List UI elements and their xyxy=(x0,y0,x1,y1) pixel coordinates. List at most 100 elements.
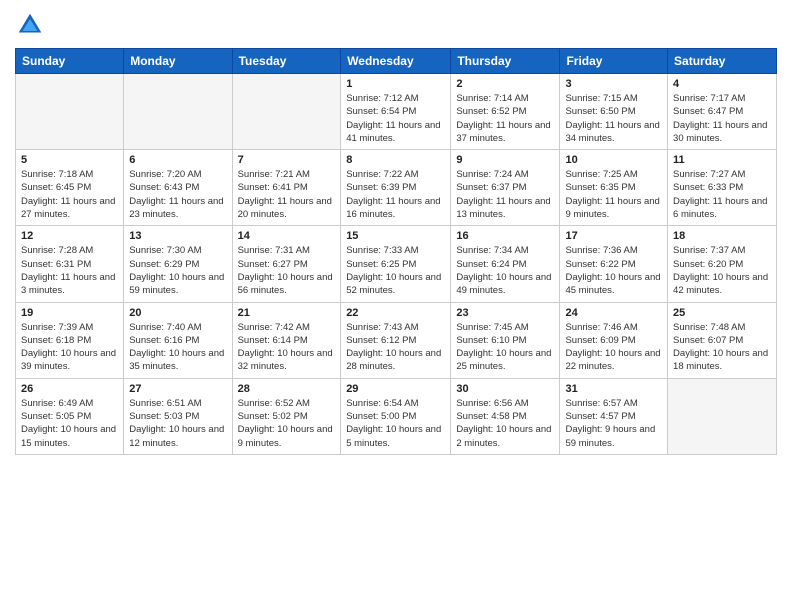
day-info: Sunrise: 7:37 AM Sunset: 6:20 PM Dayligh… xyxy=(673,244,771,297)
day-info: Sunrise: 7:43 AM Sunset: 6:12 PM Dayligh… xyxy=(346,321,445,374)
calendar-day-cell: 5 Sunrise: 7:18 AM Sunset: 6:45 PM Daylig… xyxy=(16,150,124,226)
calendar-day-cell: 3 Sunrise: 7:15 AM Sunset: 6:50 PM Daylig… xyxy=(560,74,668,150)
day-number: 5 xyxy=(21,154,118,166)
calendar-day-cell xyxy=(16,74,124,150)
calendar-day-cell: 4 Sunrise: 7:17 AM Sunset: 6:47 PM Daylig… xyxy=(668,74,777,150)
calendar-day-cell: 8 Sunrise: 7:22 AM Sunset: 6:39 PM Daylig… xyxy=(341,150,451,226)
logo xyxy=(15,10,49,40)
day-info: Sunrise: 6:56 AM Sunset: 4:58 PM Dayligh… xyxy=(456,397,554,450)
day-number: 6 xyxy=(129,154,226,166)
calendar-day-cell xyxy=(124,74,232,150)
day-number: 25 xyxy=(673,307,771,319)
day-info: Sunrise: 7:17 AM Sunset: 6:47 PM Dayligh… xyxy=(673,92,771,145)
day-info: Sunrise: 7:33 AM Sunset: 6:25 PM Dayligh… xyxy=(346,244,445,297)
calendar-day-cell: 7 Sunrise: 7:21 AM Sunset: 6:41 PM Daylig… xyxy=(232,150,341,226)
day-number: 7 xyxy=(238,154,336,166)
day-info: Sunrise: 7:36 AM Sunset: 6:22 PM Dayligh… xyxy=(565,244,662,297)
day-number: 17 xyxy=(565,230,662,242)
day-number: 28 xyxy=(238,383,336,395)
day-number: 23 xyxy=(456,307,554,319)
calendar-week-row: 1 Sunrise: 7:12 AM Sunset: 6:54 PM Daylig… xyxy=(16,74,777,150)
calendar-day-cell: 10Sunrise: 7:25 AM Sunset: 6:35 PM Dayli… xyxy=(560,150,668,226)
day-info: Sunrise: 6:51 AM Sunset: 5:03 PM Dayligh… xyxy=(129,397,226,450)
calendar: Sunday Monday Tuesday Wednesday Thursday… xyxy=(15,48,777,455)
calendar-week-row: 26 Sunrise: 6:49 AM Sunset: 5:05 PM Dayli… xyxy=(16,378,777,454)
calendar-day-cell: 9 Sunrise: 7:24 AM Sunset: 6:37 PM Daylig… xyxy=(451,150,560,226)
day-info: Sunrise: 7:22 AM Sunset: 6:39 PM Dayligh… xyxy=(346,168,445,221)
day-info: Sunrise: 7:27 AM Sunset: 6:33 PM Dayligh… xyxy=(673,168,771,221)
col-sunday: Sunday xyxy=(16,49,124,74)
day-number: 27 xyxy=(129,383,226,395)
day-number: 11 xyxy=(673,154,771,166)
calendar-day-cell: 21 Sunrise: 7:42 AM Sunset: 6:14 PM Dayli… xyxy=(232,302,341,378)
calendar-day-cell xyxy=(668,378,777,454)
day-number: 30 xyxy=(456,383,554,395)
day-info: Sunrise: 7:14 AM Sunset: 6:52 PM Dayligh… xyxy=(456,92,554,145)
day-info: Sunrise: 7:40 AM Sunset: 6:16 PM Dayligh… xyxy=(129,321,226,374)
day-number: 2 xyxy=(456,78,554,90)
day-info: Sunrise: 7:46 AM Sunset: 6:09 PM Dayligh… xyxy=(565,321,662,374)
logo-icon xyxy=(15,10,45,40)
calendar-day-cell: 2 Sunrise: 7:14 AM Sunset: 6:52 PM Daylig… xyxy=(451,74,560,150)
day-info: Sunrise: 7:24 AM Sunset: 6:37 PM Dayligh… xyxy=(456,168,554,221)
day-info: Sunrise: 7:45 AM Sunset: 6:10 PM Dayligh… xyxy=(456,321,554,374)
col-wednesday: Wednesday xyxy=(341,49,451,74)
calendar-day-cell: 15 Sunrise: 7:33 AM Sunset: 6:25 PM Dayli… xyxy=(341,226,451,302)
calendar-day-cell: 19 Sunrise: 7:39 AM Sunset: 6:18 PM Dayli… xyxy=(16,302,124,378)
calendar-day-cell: 23 Sunrise: 7:45 AM Sunset: 6:10 PM Dayli… xyxy=(451,302,560,378)
day-info: Sunrise: 6:54 AM Sunset: 5:00 PM Dayligh… xyxy=(346,397,445,450)
day-number: 15 xyxy=(346,230,445,242)
day-info: Sunrise: 7:12 AM Sunset: 6:54 PM Dayligh… xyxy=(346,92,445,145)
day-info: Sunrise: 7:20 AM Sunset: 6:43 PM Dayligh… xyxy=(129,168,226,221)
calendar-week-row: 12Sunrise: 7:28 AM Sunset: 6:31 PM Dayli… xyxy=(16,226,777,302)
page: Sunday Monday Tuesday Wednesday Thursday… xyxy=(0,0,792,612)
day-number: 4 xyxy=(673,78,771,90)
calendar-header-row: Sunday Monday Tuesday Wednesday Thursday… xyxy=(16,49,777,74)
day-info: Sunrise: 7:39 AM Sunset: 6:18 PM Dayligh… xyxy=(21,321,118,374)
day-info: Sunrise: 7:21 AM Sunset: 6:41 PM Dayligh… xyxy=(238,168,336,221)
day-number: 16 xyxy=(456,230,554,242)
calendar-day-cell: 12Sunrise: 7:28 AM Sunset: 6:31 PM Dayli… xyxy=(16,226,124,302)
day-info: Sunrise: 7:42 AM Sunset: 6:14 PM Dayligh… xyxy=(238,321,336,374)
day-number: 14 xyxy=(238,230,336,242)
calendar-day-cell: 26 Sunrise: 6:49 AM Sunset: 5:05 PM Dayli… xyxy=(16,378,124,454)
calendar-day-cell: 31 Sunrise: 6:57 AM Sunset: 4:57 PM Dayli… xyxy=(560,378,668,454)
calendar-day-cell: 11 Sunrise: 7:27 AM Sunset: 6:33 PM Dayli… xyxy=(668,150,777,226)
day-number: 20 xyxy=(129,307,226,319)
calendar-week-row: 19 Sunrise: 7:39 AM Sunset: 6:18 PM Dayli… xyxy=(16,302,777,378)
day-number: 19 xyxy=(21,307,118,319)
day-info: Sunrise: 6:57 AM Sunset: 4:57 PM Dayligh… xyxy=(565,397,662,450)
day-info: Sunrise: 7:28 AM Sunset: 6:31 PM Dayligh… xyxy=(21,244,118,297)
day-info: Sunrise: 7:15 AM Sunset: 6:50 PM Dayligh… xyxy=(565,92,662,145)
day-number: 9 xyxy=(456,154,554,166)
calendar-day-cell: 30 Sunrise: 6:56 AM Sunset: 4:58 PM Dayli… xyxy=(451,378,560,454)
calendar-day-cell: 27 Sunrise: 6:51 AM Sunset: 5:03 PM Dayli… xyxy=(124,378,232,454)
day-info: Sunrise: 7:30 AM Sunset: 6:29 PM Dayligh… xyxy=(129,244,226,297)
calendar-day-cell: 14 Sunrise: 7:31 AM Sunset: 6:27 PM Dayli… xyxy=(232,226,341,302)
col-monday: Monday xyxy=(124,49,232,74)
day-info: Sunrise: 7:18 AM Sunset: 6:45 PM Dayligh… xyxy=(21,168,118,221)
calendar-day-cell: 29 Sunrise: 6:54 AM Sunset: 5:00 PM Dayli… xyxy=(341,378,451,454)
day-info: Sunrise: 7:34 AM Sunset: 6:24 PM Dayligh… xyxy=(456,244,554,297)
calendar-day-cell: 24Sunrise: 7:46 AM Sunset: 6:09 PM Dayli… xyxy=(560,302,668,378)
calendar-day-cell: 1 Sunrise: 7:12 AM Sunset: 6:54 PM Daylig… xyxy=(341,74,451,150)
calendar-day-cell: 18Sunrise: 7:37 AM Sunset: 6:20 PM Dayli… xyxy=(668,226,777,302)
day-number: 26 xyxy=(21,383,118,395)
day-info: Sunrise: 7:48 AM Sunset: 6:07 PM Dayligh… xyxy=(673,321,771,374)
day-number: 31 xyxy=(565,383,662,395)
day-info: Sunrise: 6:49 AM Sunset: 5:05 PM Dayligh… xyxy=(21,397,118,450)
day-number: 21 xyxy=(238,307,336,319)
day-number: 3 xyxy=(565,78,662,90)
col-thursday: Thursday xyxy=(451,49,560,74)
col-tuesday: Tuesday xyxy=(232,49,341,74)
day-number: 22 xyxy=(346,307,445,319)
day-number: 13 xyxy=(129,230,226,242)
day-info: Sunrise: 7:31 AM Sunset: 6:27 PM Dayligh… xyxy=(238,244,336,297)
day-number: 8 xyxy=(346,154,445,166)
col-friday: Friday xyxy=(560,49,668,74)
day-number: 29 xyxy=(346,383,445,395)
day-number: 1 xyxy=(346,78,445,90)
calendar-day-cell: 17 Sunrise: 7:36 AM Sunset: 6:22 PM Dayli… xyxy=(560,226,668,302)
calendar-day-cell: 13 Sunrise: 7:30 AM Sunset: 6:29 PM Dayli… xyxy=(124,226,232,302)
calendar-day-cell: 28Sunrise: 6:52 AM Sunset: 5:02 PM Dayli… xyxy=(232,378,341,454)
